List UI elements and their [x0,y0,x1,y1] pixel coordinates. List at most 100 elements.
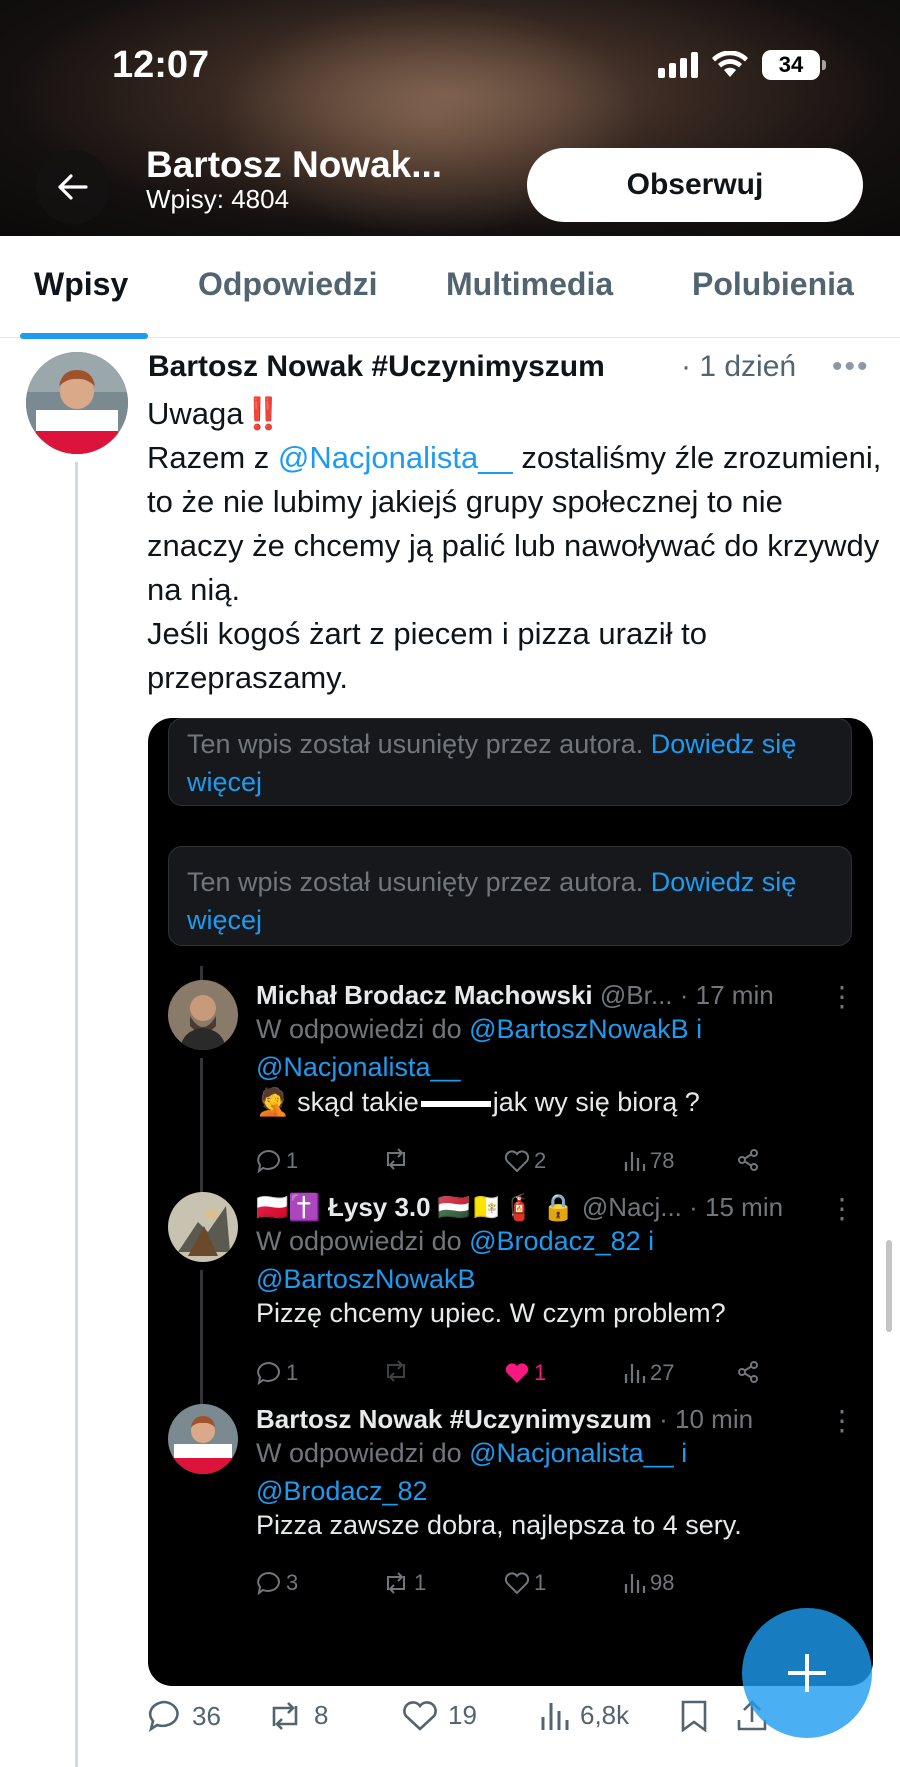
reply-avatar [168,1192,238,1262]
reply-icon: 1 [256,1360,298,1386]
tab-posts[interactable]: Wpisy [34,266,128,303]
reply-text-pre: skąd takie [297,1087,419,1117]
repost-button[interactable]: 8 [266,1700,328,1731]
reply-actions: 1 2 78 [256,1148,856,1182]
reply-to-join: i [648,1226,655,1256]
view-count: 27 [650,1360,675,1385]
compose-icon [788,1654,826,1692]
reply-to-join: i [681,1438,688,1468]
profile-tabs: Wpisy Odpowiedzi Multimedia Polubienia [0,236,900,339]
repost-icon: 1 [382,1570,426,1596]
more-icon[interactable]: ••• [832,350,870,384]
repost-count: 1 [414,1570,427,1595]
post-author-name[interactable]: Bartosz Nowak #Uczynimyszum [148,350,605,384]
more-icon: ⋮ [828,981,856,1012]
repost-icon [382,1148,410,1170]
author-avatar[interactable] [26,352,128,454]
flag-emojis: 🇭🇺🇻🇦🧯 [437,1192,535,1222]
like-count: 19 [448,1700,477,1730]
wifi-icon [712,51,748,77]
reply-count: 36 [192,1700,221,1731]
reply-button[interactable]: 36 [148,1700,221,1732]
views-icon [541,1702,569,1730]
reply-time: · 15 min [689,1192,784,1222]
avatar-image [26,352,128,454]
reply-count: 1 [286,1360,299,1385]
reply-avatar [168,980,238,1050]
reply-text: Pizza zawsze dobra, najlepsza to 4 sery. [256,1510,742,1540]
reply-to: W odpowiedzi do @Brodacz_82 i @BartoszNo… [256,1222,816,1298]
reply-author-name: Bartosz Nowak #Uczynimyszum [256,1404,652,1434]
share-icon [736,1360,760,1384]
status-icons: 34 [658,50,826,80]
deleted-post-notice: Ten wpis został usunięty przez autora. D… [168,846,852,946]
reply-mention: @Brodacz_82 [256,1476,428,1506]
views-icon: 98 [624,1570,674,1596]
status-time: 12:07 [112,44,210,86]
reply-to-prefix: W odpowiedzi do [256,1438,462,1468]
post-text-pre: Razem z [147,440,278,475]
deleted-notice-text: Ten wpis został usunięty przez autora. [187,729,644,759]
reply-header: Bartosz Nowak #Uczynimyszum · 10 min [256,1404,753,1435]
views-icon: 27 [624,1360,674,1386]
reply-handle: @Br... [599,980,673,1010]
views-button[interactable]: 6,8k [540,1700,629,1731]
view-count: 6,8k [580,1700,630,1730]
thread-line [75,462,78,1767]
reply-text: 🤦 skąd takie jak wy się biorą ? [256,1086,700,1118]
censor-bar [420,1100,491,1107]
tab-replies[interactable]: Odpowiedzi [198,266,378,303]
reply-time: · 10 min [659,1404,754,1434]
posts-count: Wpisy: 4804 [146,184,290,214]
bookmark-button[interactable] [680,1700,708,1732]
mention-link[interactable]: @Nacjonalista__ [278,440,513,475]
reply-mention: @BartoszNowakB [469,1014,689,1044]
repost-icon [272,1701,298,1730]
compose-button[interactable] [742,1608,872,1738]
embed-thread-line [200,1270,203,1420]
reply-author-name: Łysy 3.0 [327,1192,431,1222]
flag-emojis: 🇵🇱✝️ [256,1192,321,1222]
scrollbar[interactable] [886,1240,892,1332]
back-button[interactable] [36,150,110,224]
like-icon [403,1700,437,1731]
reply-icon: 1 [256,1148,298,1174]
follow-button[interactable]: Obserwuj [527,148,863,222]
reply-text: Pizzę chcemy upiec. W czym problem? [256,1298,726,1328]
repost-icon [382,1360,410,1382]
reply-actions: 3 1 1 98 [256,1570,856,1604]
deleted-notice-text: Ten wpis został usunięty przez autora. [187,867,644,897]
reply-to: W odpowiedzi do @Nacjonalista__ i @Broda… [256,1434,816,1510]
like-button[interactable]: 19 [402,1700,477,1731]
reply-header: Michał Brodacz Machowski @Br... · 17 min [256,980,774,1011]
tab-media[interactable]: Multimedia [446,266,613,303]
reply-to: W odpowiedzi do @BartoszNowakB i @Nacjon… [256,1010,816,1086]
like-count: 2 [534,1148,547,1173]
reply-icon [148,1700,179,1732]
reply-mention: @Nacjonalista__ [469,1438,674,1468]
active-tab-indicator [20,333,148,339]
reply-count: 3 [286,1570,299,1595]
tab-likes[interactable]: Polubienia [692,266,854,303]
like-icon: 1 [504,1570,546,1596]
profile-name: Bartosz Nowak... [146,144,443,185]
reply-count: 1 [286,1148,299,1173]
deleted-post-notice: Ten wpis został usunięty przez autora. D… [168,718,852,806]
embed-thread-line [200,1058,203,1208]
like-count: 1 [534,1360,547,1385]
view-count: 98 [650,1570,675,1595]
post-timestamp: · 1 dzień [681,350,797,383]
reply-actions: 1 1 27 [256,1360,856,1394]
reply-mention: @Nacjonalista__ [256,1052,461,1082]
like-icon: 1 [504,1360,546,1386]
reply-handle: 🔒 @Nacj... [542,1192,682,1222]
share-icon [736,1148,760,1172]
back-arrow-icon [58,174,88,200]
post-text: Uwaga‼️ Razem z @Nacjonalista__ zostaliś… [147,392,887,700]
post-text-line3: Jeśli kogoś żart z piecem i pizza uraził… [147,616,707,695]
attached-image[interactable]: Ten wpis został usunięty przez autora. D… [148,718,873,1686]
views-icon: 78 [624,1148,674,1174]
reply-text-post: jak wy się biorą ? [492,1087,700,1117]
reply-mention: @Brodacz_82 [469,1226,641,1256]
like-icon: 2 [504,1148,546,1174]
